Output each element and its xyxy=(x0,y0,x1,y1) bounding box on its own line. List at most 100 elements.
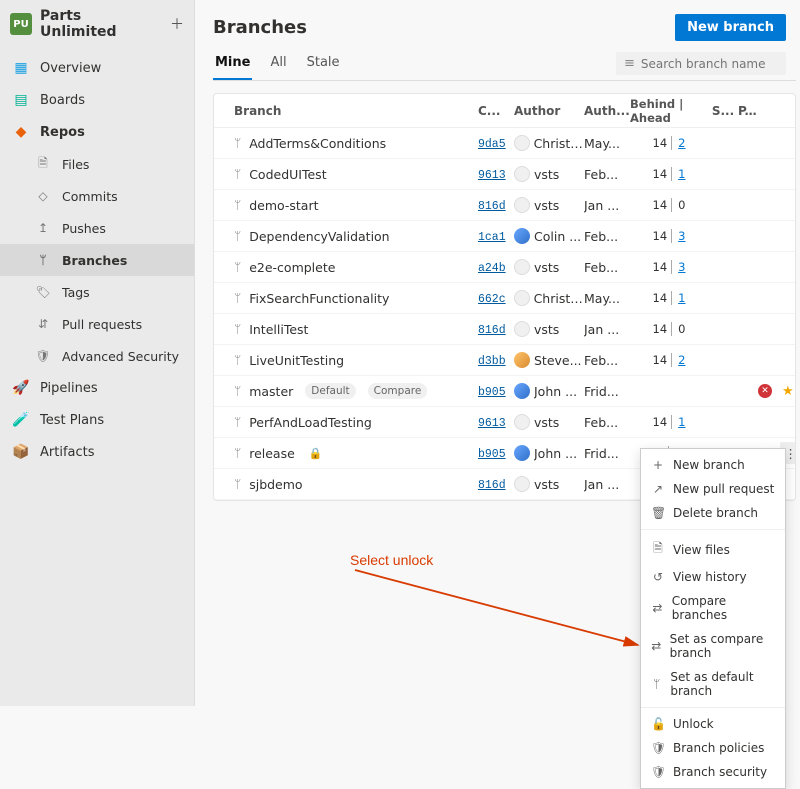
ahead-count[interactable]: 1 xyxy=(674,415,685,429)
ctx-icon: 🛡 xyxy=(651,765,665,779)
author-name: vsts xyxy=(534,415,559,430)
commit-link[interactable]: d3bb xyxy=(478,355,506,368)
branch-icon: ᛘ xyxy=(234,477,241,491)
ctx-branch-security[interactable]: 🛡Branch security xyxy=(641,760,785,784)
branch-name[interactable]: DependencyValidation xyxy=(249,229,389,244)
sidebar-sub-advanced-security[interactable]: 🛡Advanced Security xyxy=(0,340,194,372)
table-row[interactable]: ᛘ FixSearchFunctionality 662c Christi...… xyxy=(214,283,795,314)
branch-name[interactable]: release xyxy=(249,446,295,461)
table-row[interactable]: ᛘ AddTerms&Conditions 9da5 Christi... Ma… xyxy=(214,128,795,159)
sidebar-item-boards[interactable]: ▤Boards xyxy=(0,84,194,116)
ahead-count[interactable]: 3 xyxy=(674,260,685,274)
commit-link[interactable]: 9613 xyxy=(478,169,506,182)
sidebar: PU Parts Unlimited ＋ ▦Overview▤Boards◆Re… xyxy=(0,0,195,706)
ahead-count: 0 xyxy=(674,322,685,336)
status-fail-icon[interactable]: ✕ xyxy=(758,384,772,398)
branch-name[interactable]: PerfAndLoadTesting xyxy=(249,415,372,430)
ctx-set-as-compare-branch[interactable]: ⇄Set as compare branch xyxy=(641,627,785,665)
sub-icon: 🛡 xyxy=(34,347,52,365)
ctx-icon: ↗ xyxy=(651,482,665,496)
commit-link[interactable]: a24b xyxy=(478,262,506,275)
sidebar-item-repos[interactable]: ◆Repos xyxy=(0,116,194,148)
commit-link[interactable]: 9613 xyxy=(478,417,506,430)
ahead-count[interactable]: 1 xyxy=(674,167,685,181)
sidebar-item-pipelines[interactable]: 🚀Pipelines xyxy=(0,372,194,404)
commit-link[interactable]: 816d xyxy=(478,324,506,337)
table-row[interactable]: ᛘ DependencyValidation 1ca1 Colin ... Fe… xyxy=(214,221,795,252)
ahead-count[interactable]: 1 xyxy=(674,291,685,305)
col-h-commit[interactable]: C... xyxy=(478,104,514,118)
avatar-icon xyxy=(514,445,530,461)
sidebar-sub-files[interactable]: 🗎Files xyxy=(0,148,194,180)
table-row[interactable]: ᛘ IntelliTest 816d vsts Jan ... 140 xyxy=(214,314,795,345)
ctx-compare-branches[interactable]: ⇄Compare branches xyxy=(641,589,785,627)
col-h-author[interactable]: Author xyxy=(514,104,584,118)
commit-link[interactable]: 1ca1 xyxy=(478,231,506,244)
sidebar-sub-branches[interactable]: ᛘBranches xyxy=(0,244,194,276)
sidebar-sub-commits[interactable]: ◇Commits xyxy=(0,180,194,212)
ctx-new-branch[interactable]: +New branch xyxy=(641,453,785,477)
tab-all[interactable]: All xyxy=(268,47,288,80)
ahead-count[interactable]: 2 xyxy=(674,136,685,150)
sidebar-sub-pushes[interactable]: ↥Pushes xyxy=(0,212,194,244)
sidebar-sub-pull-requests[interactable]: ⇵Pull requests xyxy=(0,308,194,340)
commit-link[interactable]: b905 xyxy=(478,386,506,399)
ahead-count[interactable]: 3 xyxy=(674,229,685,243)
branch-name[interactable]: AddTerms&Conditions xyxy=(249,136,386,151)
branch-name[interactable]: sjbdemo xyxy=(249,477,302,492)
sidebar-item-testplans[interactable]: 🧪Test Plans xyxy=(0,404,194,436)
search-input[interactable] xyxy=(641,57,791,71)
sidebar-sub-tags[interactable]: 🏷Tags xyxy=(0,276,194,308)
table-row[interactable]: ᛘ e2e-complete a24b vsts Feb... 143 xyxy=(214,252,795,283)
favorite-star-icon[interactable]: ★ xyxy=(782,384,794,399)
author-name: vsts xyxy=(534,198,559,213)
nav-label: Boards xyxy=(40,93,85,108)
sidebar-item-overview[interactable]: ▦Overview xyxy=(0,52,194,84)
search-wrapper[interactable]: ≡ xyxy=(616,52,786,75)
tab-stale[interactable]: Stale xyxy=(305,47,342,80)
ctx-delete-branch[interactable]: 🗑Delete branch xyxy=(641,501,785,525)
commit-link[interactable]: 9da5 xyxy=(478,138,506,151)
table-row[interactable]: ᛘ demo-start 816d vsts Jan ... 140 xyxy=(214,190,795,221)
branch-name[interactable]: e2e-complete xyxy=(249,260,335,275)
tab-mine[interactable]: Mine xyxy=(213,47,252,80)
project-header[interactable]: PU Parts Unlimited ＋ xyxy=(0,0,194,48)
table-row[interactable]: ᛘ PerfAndLoadTesting 9613 vsts Feb... 14… xyxy=(214,407,795,438)
commit-link[interactable]: 816d xyxy=(478,200,506,213)
table-row[interactable]: ᛘ master DefaultCompare b905 John ... Fr… xyxy=(214,376,795,407)
ctx-set-as-default-branch[interactable]: ᛘSet as default branch xyxy=(641,665,785,703)
col-h-pr[interactable]: P... xyxy=(738,104,758,118)
author-name: John ... xyxy=(534,384,577,399)
col-h-date[interactable]: Auth... xyxy=(584,104,630,118)
ctx-label: View history xyxy=(673,570,747,584)
col-h-branch[interactable]: Branch xyxy=(224,104,478,118)
branch-name[interactable]: CodedUITest xyxy=(249,167,326,182)
commit-link[interactable]: 662c xyxy=(478,293,506,306)
col-h-status[interactable]: S... xyxy=(708,104,738,118)
ahead-count[interactable]: 2 xyxy=(674,353,685,367)
col-h-ba[interactable]: Behind | Ahead xyxy=(630,97,708,125)
avatar-icon xyxy=(514,197,530,213)
sidebar-item-artifacts[interactable]: 📦Artifacts xyxy=(0,436,194,468)
add-project-icon[interactable]: ＋ xyxy=(170,14,184,34)
branch-name[interactable]: FixSearchFunctionality xyxy=(249,291,389,306)
authored-date: Feb... xyxy=(584,229,630,244)
commit-link[interactable]: b905 xyxy=(478,448,506,461)
commit-link[interactable]: 816d xyxy=(478,479,506,492)
branch-name[interactable]: LiveUnitTesting xyxy=(249,353,344,368)
ctx-label: Set as default branch xyxy=(670,670,775,698)
table-row[interactable]: ᛘ CodedUITest 9613 vsts Feb... 141 xyxy=(214,159,795,190)
authored-date: Frid... xyxy=(584,384,630,399)
ctx-new-pull-request[interactable]: ↗New pull request xyxy=(641,477,785,501)
table-row[interactable]: ᛘ LiveUnitTesting d3bb Steve... Feb... 1… xyxy=(214,345,795,376)
sub-icon: 🏷 xyxy=(34,283,52,301)
ctx-branch-policies[interactable]: 🛡Branch policies xyxy=(641,736,785,760)
ctx-icon: 🛡 xyxy=(651,741,665,755)
ctx-view-files[interactable]: 🗎View files xyxy=(641,534,785,565)
ctx-view-history[interactable]: ↺View history xyxy=(641,565,785,589)
branch-name[interactable]: IntelliTest xyxy=(249,322,308,337)
ctx-unlock[interactable]: 🔓Unlock xyxy=(641,712,785,736)
branch-name[interactable]: master xyxy=(249,384,293,399)
new-branch-button[interactable]: New branch xyxy=(675,14,786,41)
branch-name[interactable]: demo-start xyxy=(249,198,318,213)
